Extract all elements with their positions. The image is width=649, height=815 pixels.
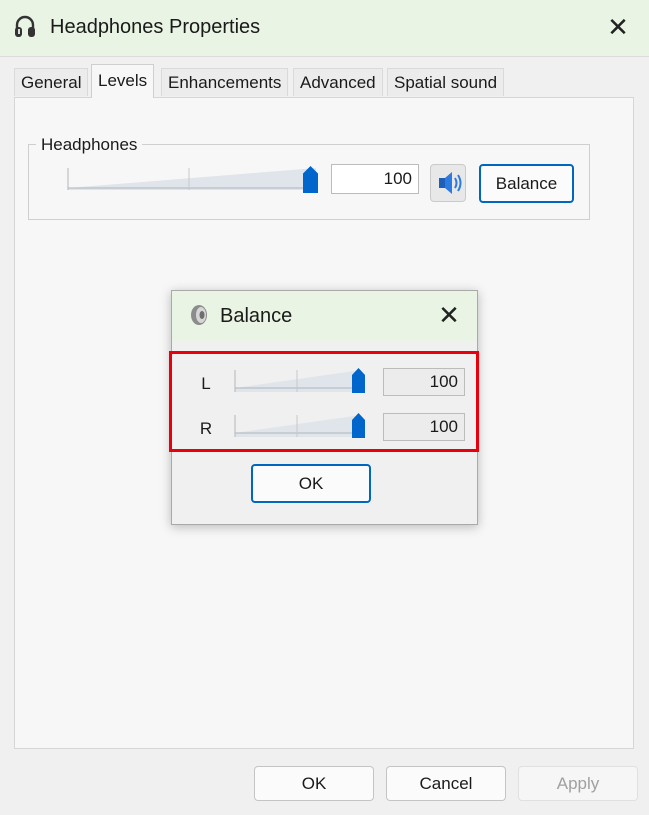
title-bar: Headphones Properties ✕: [0, 0, 649, 57]
close-icon[interactable]: ✕: [434, 302, 464, 330]
tab-spatial-sound[interactable]: Spatial sound: [387, 68, 505, 96]
tab-enhancements[interactable]: Enhancements: [161, 68, 289, 96]
volume-value-field[interactable]: 100: [331, 164, 419, 194]
slider-track: [67, 168, 316, 190]
speaker-icon: [191, 305, 207, 325]
tab-general[interactable]: General: [14, 68, 89, 96]
cancel-button[interactable]: Cancel: [386, 766, 506, 801]
group-label: Headphones: [36, 135, 143, 155]
balance-button[interactable]: Balance: [479, 164, 574, 203]
close-icon[interactable]: ✕: [602, 14, 634, 42]
apply-button[interactable]: Apply: [518, 766, 638, 801]
dialog-ok-button[interactable]: OK: [251, 464, 371, 503]
dialog-title-bar: Balance ✕: [172, 291, 477, 341]
highlight-box: [169, 351, 479, 452]
tab-advanced[interactable]: Advanced: [293, 68, 383, 96]
mute-button[interactable]: [430, 164, 466, 202]
headphones-volume-slider[interactable]: [66, 160, 318, 194]
speaker-icon: [439, 172, 462, 194]
window-title: Headphones Properties: [50, 16, 261, 38]
dialog-title: Balance: [220, 305, 293, 327]
ok-button[interactable]: OK: [254, 766, 374, 801]
tab-levels[interactable]: Levels: [91, 64, 155, 98]
headphones-icon: [15, 15, 35, 37]
